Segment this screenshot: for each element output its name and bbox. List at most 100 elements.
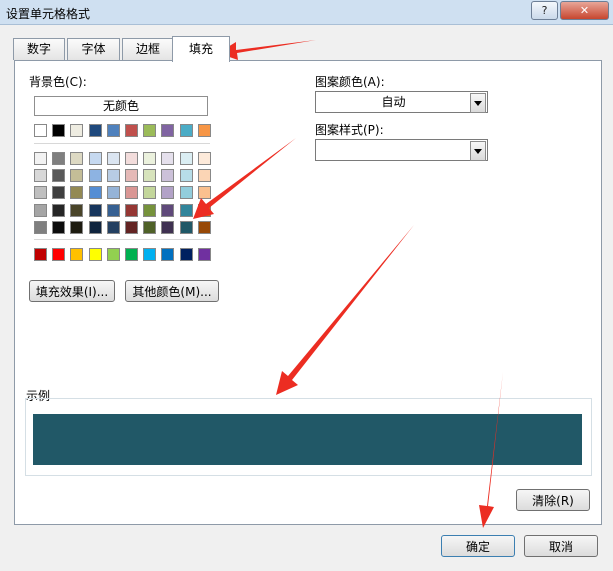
color-swatch[interactable] <box>179 203 193 217</box>
color-swatch[interactable] <box>143 220 157 234</box>
arrow-to-fill-tab <box>218 40 316 60</box>
color-swatch[interactable] <box>197 186 211 200</box>
color-swatch[interactable] <box>197 169 211 183</box>
color-swatch[interactable] <box>179 169 193 183</box>
clear-button[interactable]: 清除(R) <box>516 489 590 511</box>
color-swatch[interactable] <box>197 220 211 234</box>
color-swatch[interactable] <box>70 248 84 261</box>
format-cells-dialog: 设置单元格格式 ? ✕ 数字 字体 边框 填充 背景色(C): 无颜色 填充效果… <box>0 0 613 571</box>
tab-border[interactable]: 边框 <box>122 38 174 60</box>
color-swatch[interactable] <box>179 124 193 137</box>
chevron-down-icon <box>470 141 486 161</box>
color-swatch[interactable] <box>125 152 138 165</box>
help-icon: ? <box>541 4 548 17</box>
close-icon: ✕ <box>579 4 590 17</box>
color-swatch[interactable] <box>70 152 84 165</box>
color-swatch[interactable] <box>88 186 102 200</box>
color-swatch[interactable] <box>125 203 138 217</box>
color-swatch[interactable] <box>34 203 47 217</box>
fill-effects-button[interactable]: 填充效果(I)... <box>29 280 115 302</box>
ok-button[interactable]: 确定 <box>441 535 515 557</box>
help-button[interactable]: ? <box>531 1 558 20</box>
color-swatch[interactable] <box>52 248 66 261</box>
color-swatch[interactable] <box>143 152 157 165</box>
color-swatch[interactable] <box>34 152 47 165</box>
color-swatch[interactable] <box>161 203 175 217</box>
color-swatch[interactable] <box>125 186 138 200</box>
color-swatch[interactable] <box>34 169 47 183</box>
color-swatch[interactable] <box>106 152 120 165</box>
tab-label: 数字 <box>26 42 51 56</box>
color-swatch[interactable] <box>70 124 84 137</box>
no-color-button[interactable]: 无颜色 <box>34 96 208 116</box>
tab-number[interactable]: 数字 <box>13 38 65 60</box>
color-swatch[interactable] <box>179 152 193 165</box>
pattern-color-label: 图案颜色(A): <box>315 75 385 89</box>
fill-panel: 背景色(C): 无颜色 填充效果(I)... 其他颜色(M)... 图案颜色(A… <box>14 60 602 525</box>
color-swatch[interactable] <box>179 248 193 261</box>
pattern-color-value: 自动 <box>381 95 406 109</box>
color-swatch[interactable] <box>197 248 211 261</box>
color-swatch[interactable] <box>88 124 102 137</box>
color-swatch[interactable] <box>161 220 175 234</box>
color-swatch[interactable] <box>161 186 175 200</box>
color-swatch[interactable] <box>52 169 66 183</box>
color-swatch[interactable] <box>143 203 157 217</box>
cancel-button[interactable]: 取消 <box>524 535 598 557</box>
color-swatch[interactable] <box>88 152 102 165</box>
color-swatch[interactable] <box>52 203 66 217</box>
color-swatch[interactable] <box>34 124 47 137</box>
color-swatch[interactable] <box>143 124 157 137</box>
color-swatch[interactable] <box>106 124 120 137</box>
color-swatch[interactable] <box>34 220 47 234</box>
color-swatch[interactable] <box>143 169 157 183</box>
tab-font[interactable]: 字体 <box>67 38 120 60</box>
color-swatch[interactable] <box>52 186 66 200</box>
color-swatch[interactable] <box>106 203 120 217</box>
color-swatch[interactable] <box>88 220 102 234</box>
title-bar: 设置单元格格式 ? ✕ <box>0 0 613 25</box>
close-button[interactable]: ✕ <box>560 1 609 20</box>
color-swatch[interactable] <box>70 203 84 217</box>
color-swatch[interactable] <box>143 248 157 261</box>
pattern-color-select[interactable]: 自动 <box>315 91 488 113</box>
color-swatch[interactable] <box>197 203 211 217</box>
color-swatch[interactable] <box>70 220 84 234</box>
color-swatch[interactable] <box>88 248 102 261</box>
pattern-style-label: 图案样式(P): <box>315 123 384 137</box>
color-swatch[interactable] <box>88 169 102 183</box>
color-swatch[interactable] <box>161 124 175 137</box>
more-colors-button[interactable]: 其他颜色(M)... <box>125 280 219 302</box>
color-swatch[interactable] <box>52 220 66 234</box>
color-swatch[interactable] <box>106 169 120 183</box>
color-swatch[interactable] <box>179 186 193 200</box>
color-swatch[interactable] <box>197 124 211 137</box>
color-swatch[interactable] <box>70 186 84 200</box>
color-swatch[interactable] <box>52 152 66 165</box>
color-swatch[interactable] <box>125 220 138 234</box>
color-swatch[interactable] <box>161 152 175 165</box>
color-swatch[interactable] <box>143 186 157 200</box>
tab-fill[interactable]: 填充 <box>172 36 230 62</box>
color-swatch[interactable] <box>106 186 120 200</box>
color-swatch[interactable] <box>161 248 175 261</box>
color-swatch[interactable] <box>34 248 47 261</box>
pattern-style-select[interactable] <box>315 139 488 161</box>
tab-label: 填充 <box>188 42 213 56</box>
color-swatch[interactable] <box>106 248 120 261</box>
color-swatch[interactable] <box>106 220 120 234</box>
color-swatch[interactable] <box>197 152 211 165</box>
color-swatch[interactable] <box>34 186 47 200</box>
color-swatch[interactable] <box>70 169 84 183</box>
color-swatch[interactable] <box>161 169 175 183</box>
color-swatch[interactable] <box>125 169 138 183</box>
color-swatch[interactable] <box>125 124 138 137</box>
color-swatch[interactable] <box>125 248 138 261</box>
color-swatch[interactable] <box>88 203 102 217</box>
dialog-title: 设置单元格格式 <box>6 7 91 21</box>
background-color-label: 背景色(C): <box>29 75 87 89</box>
color-swatch[interactable] <box>179 220 193 234</box>
palette-divider <box>34 239 210 240</box>
color-swatch[interactable] <box>52 124 66 137</box>
sample-group <box>25 398 592 476</box>
